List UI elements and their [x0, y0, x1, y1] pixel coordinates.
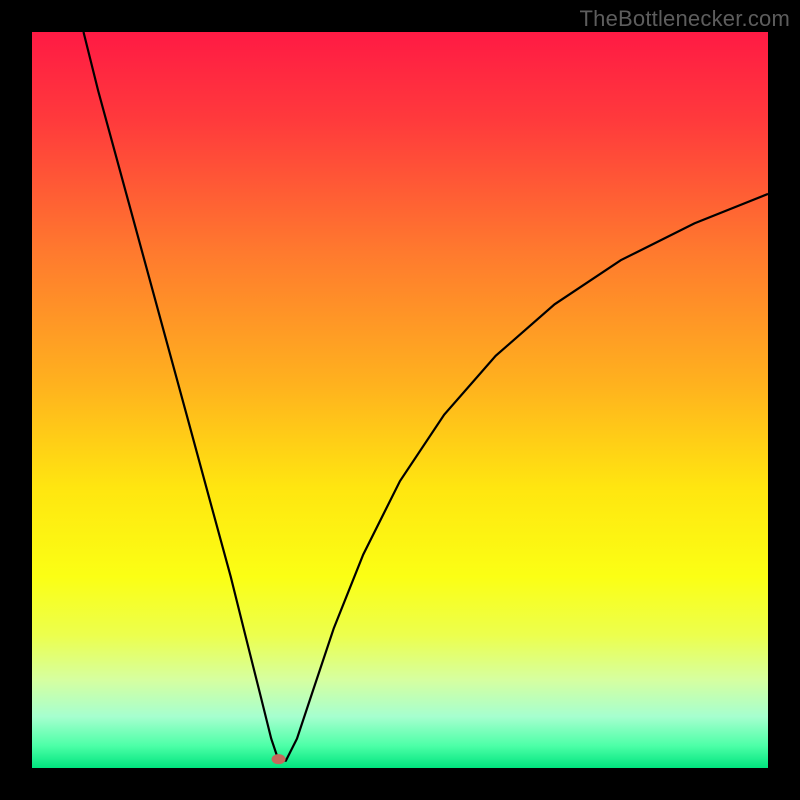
chart-frame: TheBottlenecker.com	[0, 0, 800, 800]
gradient-background	[32, 32, 768, 768]
watermark-text: TheBottlenecker.com	[580, 6, 790, 32]
optimal-point-marker	[272, 754, 286, 764]
plot-area	[32, 32, 768, 768]
bottleneck-chart	[32, 32, 768, 768]
